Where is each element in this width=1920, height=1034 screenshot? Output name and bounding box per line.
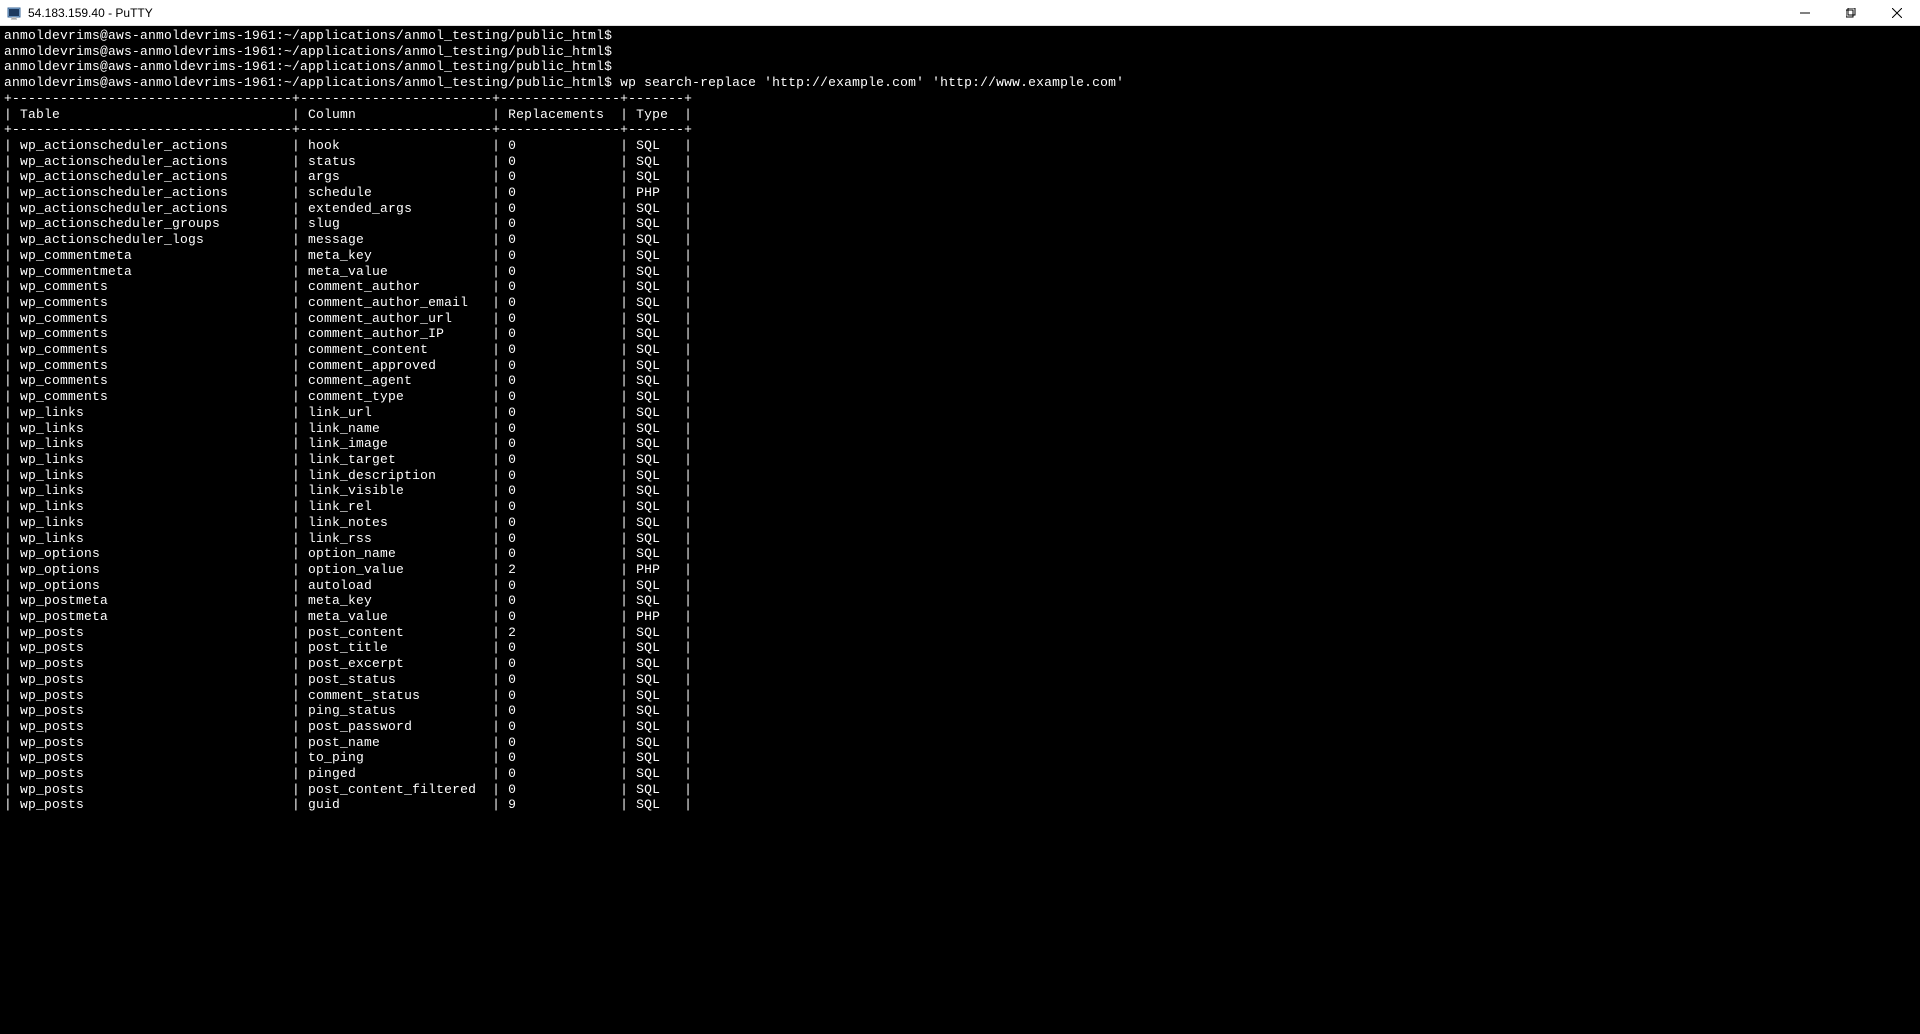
putty-icon xyxy=(6,5,22,21)
maximize-button[interactable] xyxy=(1828,0,1874,25)
close-button[interactable] xyxy=(1874,0,1920,25)
window-controls xyxy=(1782,0,1920,25)
putty-window: 54.183.159.40 - PuTTY anmoldevrims@aws-a… xyxy=(0,0,1920,1034)
minimize-button[interactable] xyxy=(1782,0,1828,25)
terminal-output[interactable]: anmoldevrims@aws-anmoldevrims-1961:~/app… xyxy=(0,26,1920,1034)
titlebar[interactable]: 54.183.159.40 - PuTTY xyxy=(0,0,1920,26)
window-title: 54.183.159.40 - PuTTY xyxy=(28,6,153,20)
